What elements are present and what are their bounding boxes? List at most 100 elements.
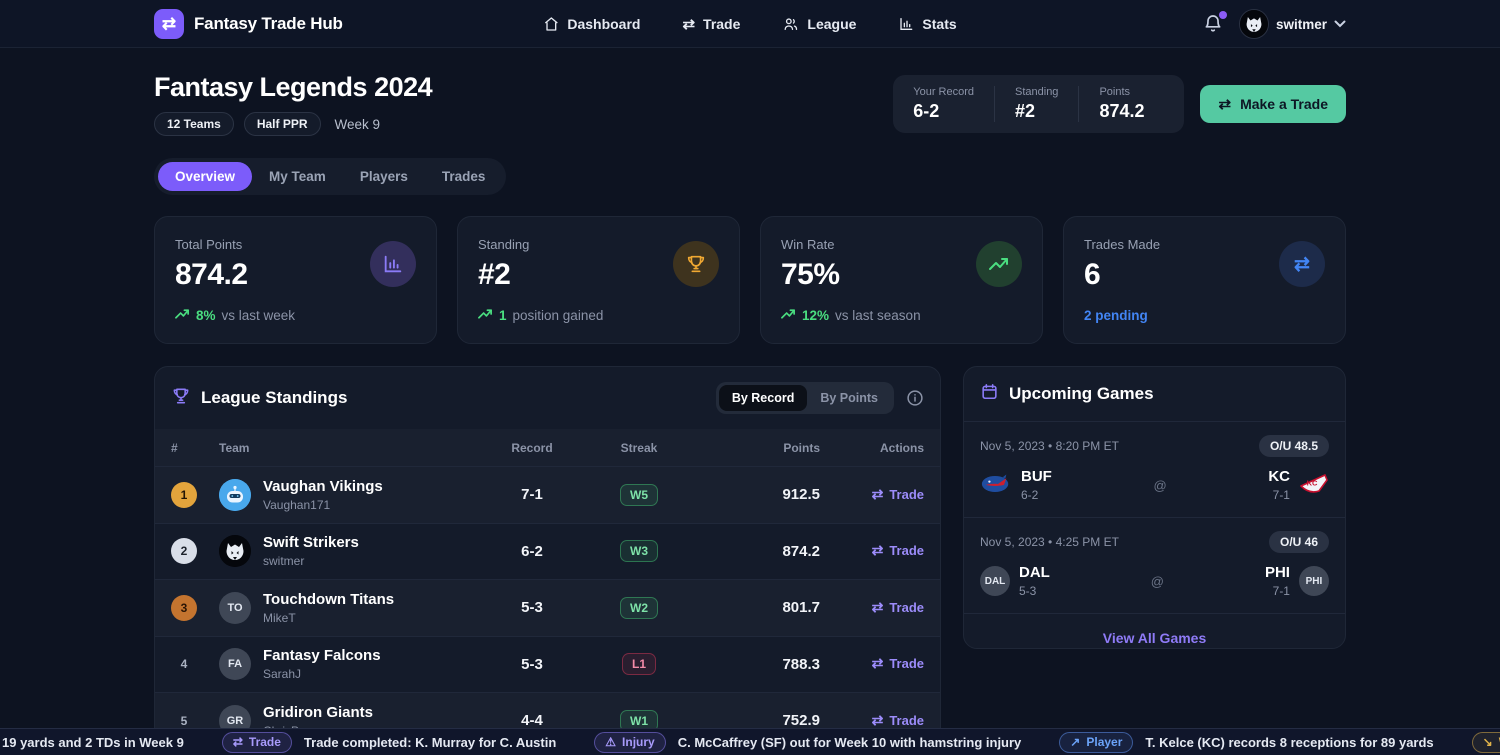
avatar [1239, 9, 1269, 39]
stat-card-win-rate: Win Rate 75% 12% vs last season [760, 216, 1043, 344]
away-team-record: 5-3 [1019, 584, 1050, 598]
view-tabs: Overview My Team Players Trades [154, 158, 506, 195]
game-datetime: Nov 5, 2023 • 4:25 PM ET [980, 535, 1119, 549]
upcoming-games-title: Upcoming Games [1009, 384, 1154, 404]
notifications-button[interactable] [1203, 13, 1225, 35]
chiefs-logo: KC [1299, 472, 1329, 499]
toggle-by-points[interactable]: By Points [807, 385, 891, 411]
table-row[interactable]: 3 TO Touchdown Titans MikeT [155, 579, 940, 636]
page-header: Fantasy Legends 2024 12 Teams Half PPR W… [154, 72, 1346, 136]
points-value: 752.9 [694, 712, 820, 729]
team-owner: Vaughan171 [263, 498, 383, 512]
teams-count-badge: 12 Teams [154, 112, 234, 136]
streak-badge: W2 [620, 597, 658, 619]
nav-item-dashboard[interactable]: Dashboard [543, 16, 640, 32]
bell-icon [1203, 21, 1223, 38]
home-team-record: 7-1 [1268, 488, 1290, 502]
pending-trades-link[interactable]: 2 pending [1084, 308, 1148, 323]
team-avatar: FA [219, 648, 251, 680]
make-a-trade-button[interactable]: ⇄ Make a Trade [1200, 85, 1346, 123]
user-menu[interactable]: switmer [1239, 9, 1346, 39]
trade-button[interactable]: ⇄Trade [872, 712, 924, 729]
info-icon[interactable] [906, 389, 924, 407]
chevron-down-icon [1334, 15, 1346, 33]
top-navigation: ⇄ Fantasy Trade Hub Dashboard ⇄ Trade Le… [0, 0, 1500, 48]
tab-players[interactable]: Players [343, 162, 425, 191]
upcoming-games-panel: Upcoming Games Nov 5, 2023 • 8:20 PM ET … [963, 366, 1346, 649]
stat-card-trades-made: Trades Made 6 2 pending ⇄ [1063, 216, 1346, 344]
trade-button[interactable]: ⇄Trade [872, 486, 924, 503]
ticker-category-badge: ⇄ Trade [222, 732, 292, 753]
trade-button[interactable]: ⇄Trade [872, 655, 924, 672]
bar-chart-icon [370, 241, 416, 287]
team-owner: MikeT [263, 611, 394, 625]
standings-sort-toggle: By Record By Points [716, 382, 894, 414]
points-value: 912.5 [694, 486, 820, 503]
tab-overview[interactable]: Overview [158, 162, 252, 191]
game-row[interactable]: Nov 5, 2023 • 8:20 PM ET O/U 48.5 BUF 6-… [964, 422, 1345, 518]
warning-icon: ⚠ [605, 735, 616, 749]
trade-arrows-icon: ⇄ [1218, 95, 1231, 113]
league-meta: 12 Teams Half PPR Week 9 [154, 112, 432, 136]
stat-card-standing: Standing #2 1 position gained [457, 216, 740, 344]
trophy-icon [673, 241, 719, 287]
at-symbol: @ [1153, 478, 1166, 493]
table-row[interactable]: 4 FA Fantasy Falcons SarahJ [155, 636, 940, 693]
trade-arrows-icon: ⇄ [682, 15, 695, 33]
trade-arrows-icon: ⇄ [872, 542, 884, 559]
trend-up-icon [478, 308, 493, 323]
table-row[interactable]: 2 Swift Strikers switmer [155, 523, 940, 580]
ticker-text: T. Kelce (KC) records 8 receptions for 8… [1145, 735, 1433, 750]
trade-arrows-icon: ⇄ [1279, 241, 1325, 287]
rank-badge: 4 [171, 651, 197, 677]
trend-up-icon: ↗ [1070, 735, 1080, 749]
week-label: Week 9 [335, 117, 381, 132]
header-actions: Your Record 6-2 Standing #2 Points 874.2… [893, 75, 1346, 133]
app-title: Fantasy Trade Hub [194, 14, 343, 34]
ticker-category-badge: ⚠ Injury [594, 732, 665, 753]
tab-my-team[interactable]: My Team [252, 162, 343, 191]
record-value: 4-4 [480, 712, 584, 729]
table-row[interactable]: 1 Vaughan Vikings Vaughan171 [155, 466, 940, 523]
ticker-category-badge: ↘ Waiver [1472, 732, 1500, 753]
nav-item-trade[interactable]: ⇄ Trade [682, 15, 740, 33]
game-datetime: Nov 5, 2023 • 8:20 PM ET [980, 439, 1119, 453]
team-name: Touchdown Titans [263, 591, 394, 608]
rank-badge: 1 [171, 482, 197, 508]
view-all-games-link[interactable]: View All Games [964, 614, 1345, 649]
trophy-icon [171, 386, 191, 411]
news-ticker: 19 yards and 2 TDs in Week 9 ⇄ Trade Tra… [0, 728, 1500, 755]
trade-arrows-icon: ⇄ [872, 712, 884, 729]
home-team-record: 7-1 [1265, 584, 1290, 598]
trend-up-icon [976, 241, 1022, 287]
tab-trades[interactable]: Trades [425, 162, 503, 191]
team-name: Fantasy Falcons [263, 647, 381, 664]
stat-cards: Total Points 874.2 8% vs last week Stand… [154, 216, 1346, 344]
nav-item-stats[interactable]: Stats [898, 16, 956, 32]
points-value: 801.7 [694, 599, 820, 616]
ticker-text: C. McCaffrey (SF) out for Week 10 with h… [678, 735, 1022, 750]
rank-badge: 3 [171, 595, 197, 621]
at-symbol: @ [1151, 574, 1164, 589]
points-cell: Points 874.2 [1078, 86, 1164, 122]
scoring-format-badge: Half PPR [244, 112, 321, 136]
away-team-abbr: DAL [1019, 564, 1050, 581]
streak-badge: W5 [620, 484, 658, 506]
home-icon [543, 16, 559, 32]
game-row[interactable]: Nov 5, 2023 • 4:25 PM ET O/U 46 DAL DAL … [964, 518, 1345, 614]
standing-cell: Standing #2 [994, 86, 1078, 122]
team-name: Swift Strikers [263, 534, 359, 551]
ticker-track: 19 yards and 2 TDs in Week 9 ⇄ Trade Tra… [0, 732, 1500, 753]
nav-item-league[interactable]: League [782, 16, 856, 32]
ticker-category-badge: ↗ Player [1059, 732, 1133, 753]
app-logo-trade-icon: ⇄ [154, 9, 184, 39]
record-value: 5-3 [480, 656, 584, 673]
trade-button[interactable]: ⇄Trade [872, 542, 924, 559]
team-avatar: TO [219, 592, 251, 624]
main-menu: Dashboard ⇄ Trade League Stats [543, 15, 956, 33]
svg-text:KC: KC [1307, 478, 1318, 487]
team-avatar [219, 479, 251, 511]
ticker-item: ⇄ Trade Trade completed: K. Murray for C… [222, 732, 556, 753]
toggle-by-record[interactable]: By Record [719, 385, 808, 411]
trade-button[interactable]: ⇄Trade [872, 599, 924, 616]
